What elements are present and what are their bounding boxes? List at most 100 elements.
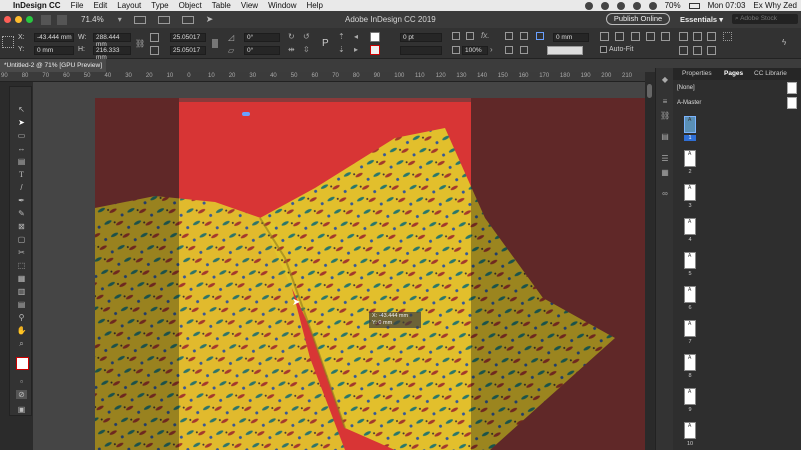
page-thumbnail[interactable]: A	[684, 388, 696, 405]
menu-layout[interactable]: Layout	[117, 1, 141, 10]
a-master[interactable]: A-Master	[677, 100, 701, 106]
selection-tool-icon[interactable]: ↖	[16, 105, 27, 114]
shear-field[interactable]: 0°	[244, 46, 280, 55]
page-number[interactable]: 10	[684, 441, 696, 447]
fill-stroke-swatch-icon[interactable]	[16, 357, 29, 370]
send-icon[interactable]: ➤	[206, 14, 214, 25]
direct-selection-tool-icon[interactable]: ➤	[16, 118, 27, 127]
page-number[interactable]: 3	[684, 203, 696, 209]
document-tab[interactable]: *Untitled-2 @ 71% [GPU Preview]	[0, 59, 106, 72]
gap-tool-icon[interactable]: ↔	[16, 144, 27, 153]
user-name[interactable]: Ex Why Zed	[753, 1, 797, 10]
page-tool-icon[interactable]: ▭	[16, 131, 27, 140]
flip-horizontal-icon[interactable]: ⇹	[288, 45, 295, 54]
type-tool-icon[interactable]: T	[16, 170, 27, 179]
formatting-affects-container-icon[interactable]: ▫	[16, 377, 27, 386]
selection-outline-icon[interactable]	[723, 32, 732, 41]
stroke-weight-field[interactable]: 0 pt	[400, 33, 442, 42]
tab-properties[interactable]: Properties	[682, 70, 712, 77]
menu-file[interactable]: File	[71, 1, 84, 10]
stock-search-input[interactable]: ⌕ Adobe Stock	[732, 14, 798, 24]
page-thumbnail[interactable]: A	[684, 184, 696, 201]
fill-width-bar[interactable]	[547, 46, 583, 55]
hand-tool-icon[interactable]: ✋	[16, 326, 27, 335]
align-middle-icon[interactable]	[693, 46, 702, 55]
page-thumbnail[interactable]: A	[684, 422, 696, 439]
scale-x-field[interactable]: 25.05017	[170, 33, 206, 42]
align-left-icon[interactable]	[679, 32, 688, 41]
distribute-spacing-icon[interactable]	[520, 46, 528, 54]
gradient-tool-icon[interactable]: ▦	[16, 274, 27, 283]
clock[interactable]: Mon 07:03	[708, 1, 746, 10]
document-canvas[interactable]: ➤ X: -43.444 mm Y: 0 mm	[33, 82, 645, 450]
menu-type[interactable]: Type	[151, 1, 168, 10]
rectangle-tool-icon[interactable]: ▢	[16, 235, 27, 244]
rotate-cw-icon[interactable]: ↻	[288, 32, 295, 41]
menu-app[interactable]: InDesign CC	[13, 1, 61, 10]
vertical-scrollbar[interactable]	[645, 82, 654, 450]
minimize-window-button[interactable]	[15, 16, 22, 23]
menu-help[interactable]: Help	[307, 1, 323, 10]
rotate-ccw-icon[interactable]: ↺	[303, 32, 310, 41]
page-thumbnail[interactable]: A	[684, 116, 696, 133]
select-next-icon[interactable]: ▸	[354, 45, 358, 54]
page-number[interactable]: 1	[684, 135, 696, 141]
align-right-icon[interactable]	[707, 32, 716, 41]
content-grabber-handle[interactable]	[242, 112, 250, 116]
paragraph-styles-icon[interactable]: ≡	[660, 98, 670, 106]
scissors-tool-icon[interactable]: ✂	[16, 248, 27, 257]
eye-icon[interactable]	[600, 1, 609, 10]
align-top-icon[interactable]	[707, 46, 716, 55]
constrain-proportions-icon[interactable]: ⛓	[135, 39, 145, 48]
menu-object[interactable]: Object	[179, 1, 202, 10]
y-field[interactable]: 0 mm	[34, 46, 74, 55]
page-number[interactable]: 6	[684, 305, 696, 311]
content-collector-icon[interactable]: ▤	[16, 157, 27, 166]
reference-point-icon[interactable]	[2, 36, 14, 48]
menu-window[interactable]: Window	[268, 1, 296, 10]
hyperlinks-icon[interactable]: ∞	[660, 190, 670, 198]
maximize-window-button[interactable]	[26, 16, 33, 23]
dropbox-icon[interactable]	[616, 1, 625, 10]
chevron-right-icon[interactable]: ›	[490, 45, 493, 54]
distribute-icon[interactable]	[520, 32, 528, 40]
battery-icon[interactable]	[688, 2, 700, 9]
tab-pages[interactable]: Pages	[724, 70, 743, 77]
rectangle-frame-tool-icon[interactable]: ⊠	[16, 222, 27, 231]
horizontal-ruler[interactable]: 90 80 70 60 50 40 30 20 10 0 10 20 30 40 50 60 70 80 90 100…	[0, 72, 645, 82]
align-bottom-icon[interactable]	[679, 46, 688, 55]
fit-proportional-icon[interactable]	[615, 32, 624, 41]
opacity-field[interactable]: 100%	[462, 46, 488, 55]
w-field[interactable]: 288.444 mm	[93, 33, 131, 48]
stroke-swatch[interactable]	[370, 45, 380, 55]
publish-online-button[interactable]: Publish Online	[606, 13, 670, 25]
scale-y-field[interactable]: 25.05017	[170, 46, 206, 55]
menu-edit[interactable]: Edit	[93, 1, 107, 10]
close-window-button[interactable]	[4, 16, 11, 23]
none-master[interactable]: [None]	[677, 85, 695, 91]
page-number[interactable]: 9	[684, 407, 696, 413]
page-number[interactable]: 5	[684, 271, 696, 277]
a-master-thumb[interactable]	[787, 97, 797, 109]
pen-tool-icon[interactable]: ✒	[16, 196, 27, 205]
note-tool-icon[interactable]: ▤	[16, 300, 27, 309]
lightning-icon[interactable]: ϟ	[782, 38, 786, 47]
apply-none-icon[interactable]: ⊘	[16, 390, 27, 399]
bridge-icon[interactable]	[41, 14, 51, 25]
constrain-scale-icon[interactable]	[212, 39, 218, 48]
page-thumbnail[interactable]: A	[684, 320, 696, 337]
status-icon[interactable]	[584, 1, 593, 10]
pencil-tool-icon[interactable]: ✎	[16, 209, 27, 218]
align-to-icon[interactable]	[505, 46, 513, 54]
wrap-icon[interactable]	[536, 32, 544, 40]
layers-icon[interactable]: ◆	[660, 76, 670, 84]
scrollbar-thumb[interactable]	[647, 84, 652, 98]
links-icon[interactable]: ⛓	[660, 112, 670, 120]
stroke-icon[interactable]: ▤	[660, 133, 670, 141]
menu-view[interactable]: View	[241, 1, 258, 10]
auto-fit-checkbox[interactable]	[600, 46, 607, 53]
fx-icon[interactable]: fx.	[481, 31, 489, 40]
center-content-icon[interactable]	[631, 32, 640, 41]
chevron-down-icon[interactable]: ▾	[118, 15, 122, 24]
content-aware-icon[interactable]	[661, 32, 670, 41]
